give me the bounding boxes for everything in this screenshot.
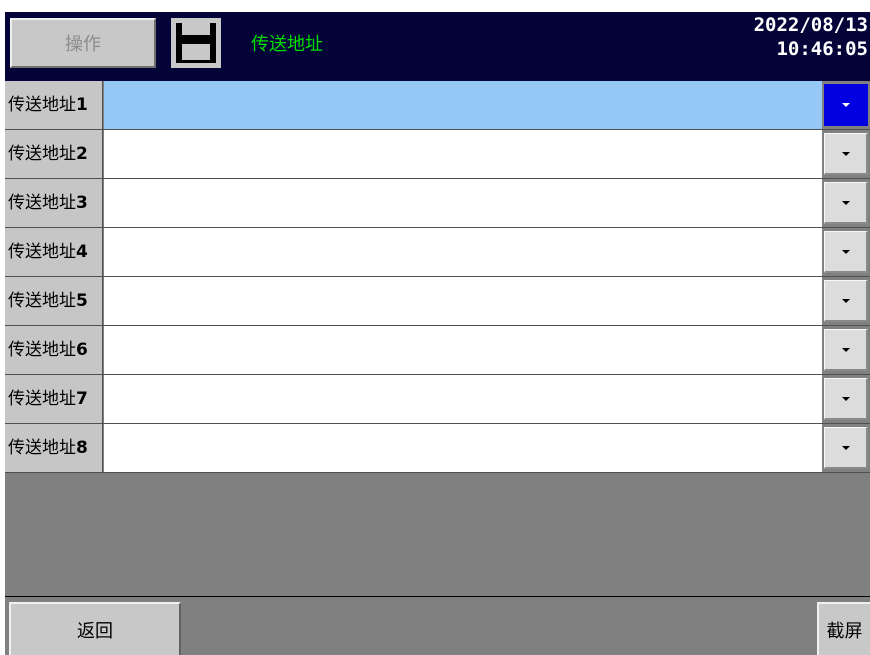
- address-field[interactable]: [104, 228, 822, 276]
- time-text: 10:46:05: [776, 38, 868, 60]
- save-icon[interactable]: [171, 18, 221, 68]
- screenshot-button[interactable]: 截屏: [817, 602, 870, 655]
- address-field[interactable]: [104, 179, 822, 227]
- row-label: 传送地址3: [5, 179, 103, 227]
- chevron-down-icon: [841, 298, 850, 303]
- hmi-screen: 操作 传送地址 2022/08/13 10:46:05 传送地址1 传送地址2 …: [5, 12, 870, 655]
- chevron-down-icon: [841, 151, 850, 156]
- address-row: 传送地址8: [5, 424, 870, 473]
- dropdown-button[interactable]: [824, 329, 868, 371]
- row-label: 传送地址2: [5, 130, 103, 178]
- row-label: 传送地址1: [5, 81, 103, 129]
- chevron-down-icon: [841, 396, 850, 401]
- address-row: 传送地址1: [5, 81, 870, 130]
- row-label: 传送地址6: [5, 326, 103, 374]
- dropdown-button[interactable]: [824, 231, 868, 273]
- row-label: 传送地址8: [5, 424, 103, 472]
- row-label: 传送地址7: [5, 375, 103, 423]
- address-row: 传送地址2: [5, 130, 870, 179]
- dropdown-button[interactable]: [824, 182, 868, 224]
- chevron-down-icon: [841, 200, 850, 205]
- top-bar: 操作 传送地址 2022/08/13 10:46:05: [5, 12, 870, 81]
- chevron-down-icon: [841, 249, 850, 254]
- address-row: 传送地址3: [5, 179, 870, 228]
- back-button[interactable]: 返回: [9, 602, 181, 655]
- chevron-down-icon: [841, 347, 850, 352]
- chevron-down-icon: [841, 445, 850, 450]
- divider: [5, 596, 870, 597]
- row-label: 传送地址5: [5, 277, 103, 325]
- address-row: 传送地址5: [5, 277, 870, 326]
- date-text: 2022/08/13: [753, 14, 868, 36]
- dropdown-button[interactable]: [824, 280, 868, 322]
- address-list: 传送地址1 传送地址2 传送地址3 传送地址4 传送地址5 传送地址6 传送地址…: [5, 81, 870, 473]
- dropdown-button[interactable]: [824, 133, 868, 175]
- address-field[interactable]: [104, 326, 822, 374]
- dropdown-button[interactable]: [824, 84, 868, 126]
- address-field[interactable]: [104, 277, 822, 325]
- address-row: 传送地址7: [5, 375, 870, 424]
- operation-button[interactable]: 操作: [10, 18, 156, 68]
- address-row: 传送地址6: [5, 326, 870, 375]
- address-row: 传送地址4: [5, 228, 870, 277]
- row-label: 传送地址4: [5, 228, 103, 276]
- address-field[interactable]: [104, 81, 822, 129]
- dropdown-button[interactable]: [824, 378, 868, 420]
- address-field[interactable]: [104, 130, 822, 178]
- dropdown-button[interactable]: [824, 427, 868, 469]
- page-title: 传送地址: [251, 34, 323, 55]
- address-field[interactable]: [104, 424, 822, 472]
- address-field[interactable]: [104, 375, 822, 423]
- chevron-down-icon: [841, 102, 850, 107]
- datetime-display: 2022/08/13 10:46:05: [754, 13, 868, 61]
